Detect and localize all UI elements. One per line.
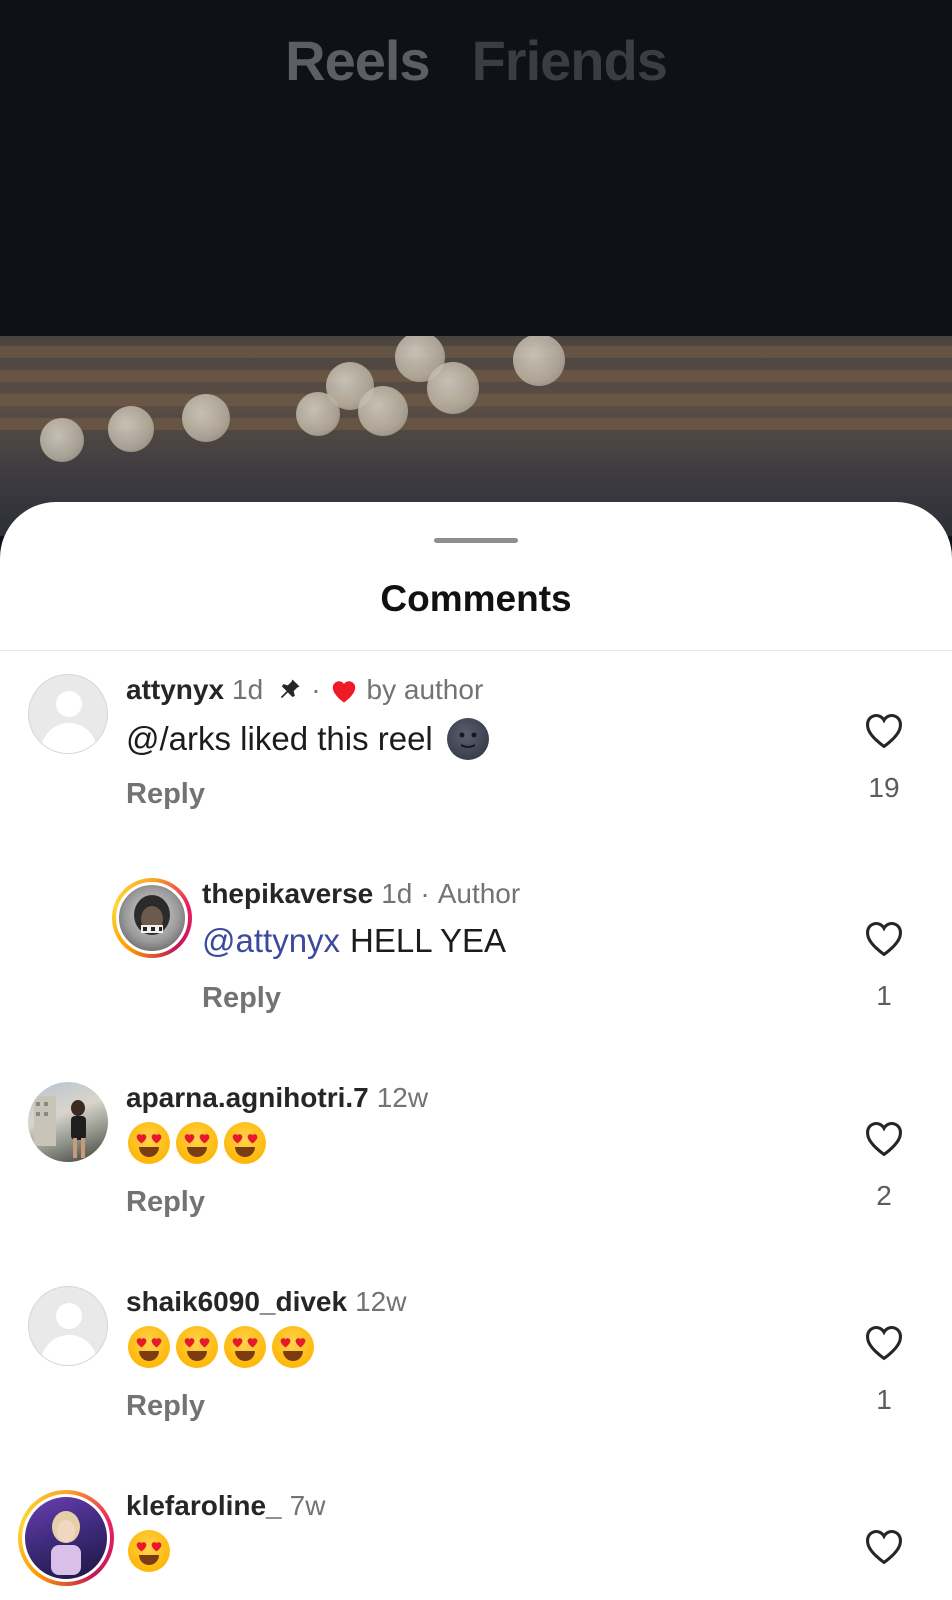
- comment-meta: aparna.agnihotri.7 12w: [126, 1082, 428, 1114]
- heart-eyes-emoji: [176, 1122, 218, 1164]
- heart-eyes-emoji: [128, 1122, 170, 1164]
- comment-text: @attynyx HELL YEA: [202, 922, 506, 960]
- heart-eyes-emoji: [128, 1326, 170, 1368]
- heart-eyes-emoji: [224, 1326, 266, 1368]
- comment-meta: thepikaverse 1d · Author: [202, 878, 521, 910]
- comment-item: aparna.agnihotri.7 12w Reply 2: [0, 1078, 952, 1258]
- author-liked-heart-icon: [329, 676, 359, 704]
- liked-by-author-label: by author: [366, 674, 484, 705]
- comment-username[interactable]: thepikaverse: [202, 878, 373, 910]
- comment-meta: klefaroline_ 7w: [126, 1490, 325, 1522]
- comment-time: 12w: [376, 1082, 429, 1113]
- comment-reply-item: thepikaverse 1d · Author @attynyx HELL Y…: [0, 874, 952, 1054]
- comment-emojis: [128, 1326, 320, 1368]
- reels-screen: Reels Friends Comments attynyx 1d · by a…: [0, 0, 952, 1600]
- comment-item: klefaroline_ 7w: [0, 1486, 952, 1600]
- reply-button[interactable]: Reply: [126, 1186, 205, 1219]
- author-badge: Author: [437, 878, 521, 909]
- comment-item: shaik6090_divek 12w Reply 1: [0, 1282, 952, 1462]
- heart-eyes-emoji: [128, 1530, 170, 1572]
- comment-text: @/arks liked this reel: [126, 718, 489, 760]
- comment-time: 1d: [381, 878, 413, 909]
- sheet-title: Comments: [380, 578, 572, 619]
- avatar[interactable]: [28, 674, 108, 754]
- sheet-drag-handle[interactable]: [434, 538, 518, 543]
- avatar[interactable]: [18, 1490, 114, 1586]
- like-heart-icon[interactable]: [862, 710, 906, 750]
- comment-time: 1d: [232, 674, 264, 705]
- feed-tabs: Reels Friends: [0, 28, 952, 93]
- reels-header: Reels Friends: [0, 0, 952, 336]
- comment-username[interactable]: aparna.agnihotri.7: [126, 1082, 369, 1114]
- like-heart-icon[interactable]: [862, 918, 906, 958]
- like-count: 1: [876, 980, 892, 1011]
- mention-link[interactable]: @attynyx: [202, 922, 340, 960]
- comment-time: 12w: [355, 1286, 407, 1317]
- like-count: 19: [868, 772, 900, 803]
- comment-time: 7w: [289, 1490, 326, 1521]
- tab-friends[interactable]: Friends: [472, 28, 668, 93]
- heart-eyes-emoji: [272, 1326, 314, 1368]
- like-heart-icon[interactable]: [862, 1322, 906, 1362]
- avatar[interactable]: [28, 1082, 108, 1162]
- avatar[interactable]: [28, 1286, 108, 1366]
- tab-reels[interactable]: Reels: [285, 28, 430, 93]
- heart-eyes-emoji: [176, 1326, 218, 1368]
- avatar[interactable]: [112, 878, 192, 958]
- comment-username[interactable]: klefaroline_: [126, 1490, 282, 1522]
- comment-meta: shaik6090_divek 12w: [126, 1286, 406, 1318]
- comment-emojis: [128, 1122, 272, 1164]
- new-moon-face-emoji: [446, 718, 489, 760]
- comment-username[interactable]: shaik6090_divek: [126, 1286, 347, 1318]
- like-count: 1: [876, 1384, 892, 1415]
- reply-button[interactable]: Reply: [126, 778, 205, 811]
- heart-eyes-emoji: [224, 1122, 266, 1164]
- comment-emojis: [128, 1530, 176, 1572]
- comments-sheet: Comments attynyx 1d · by author @/arks l…: [0, 502, 952, 1600]
- like-heart-icon[interactable]: [862, 1118, 906, 1158]
- reply-button[interactable]: Reply: [202, 982, 281, 1015]
- reply-button[interactable]: Reply: [126, 1390, 205, 1423]
- like-count: 2: [876, 1180, 892, 1211]
- comment-meta: attynyx 1d · by author: [126, 674, 484, 706]
- comment-username[interactable]: attynyx: [126, 674, 224, 706]
- pin-icon: [275, 676, 303, 704]
- like-heart-icon[interactable]: [862, 1526, 906, 1566]
- divider: [0, 650, 952, 651]
- comment-item: attynyx 1d · by author @/arks liked this…: [0, 670, 952, 850]
